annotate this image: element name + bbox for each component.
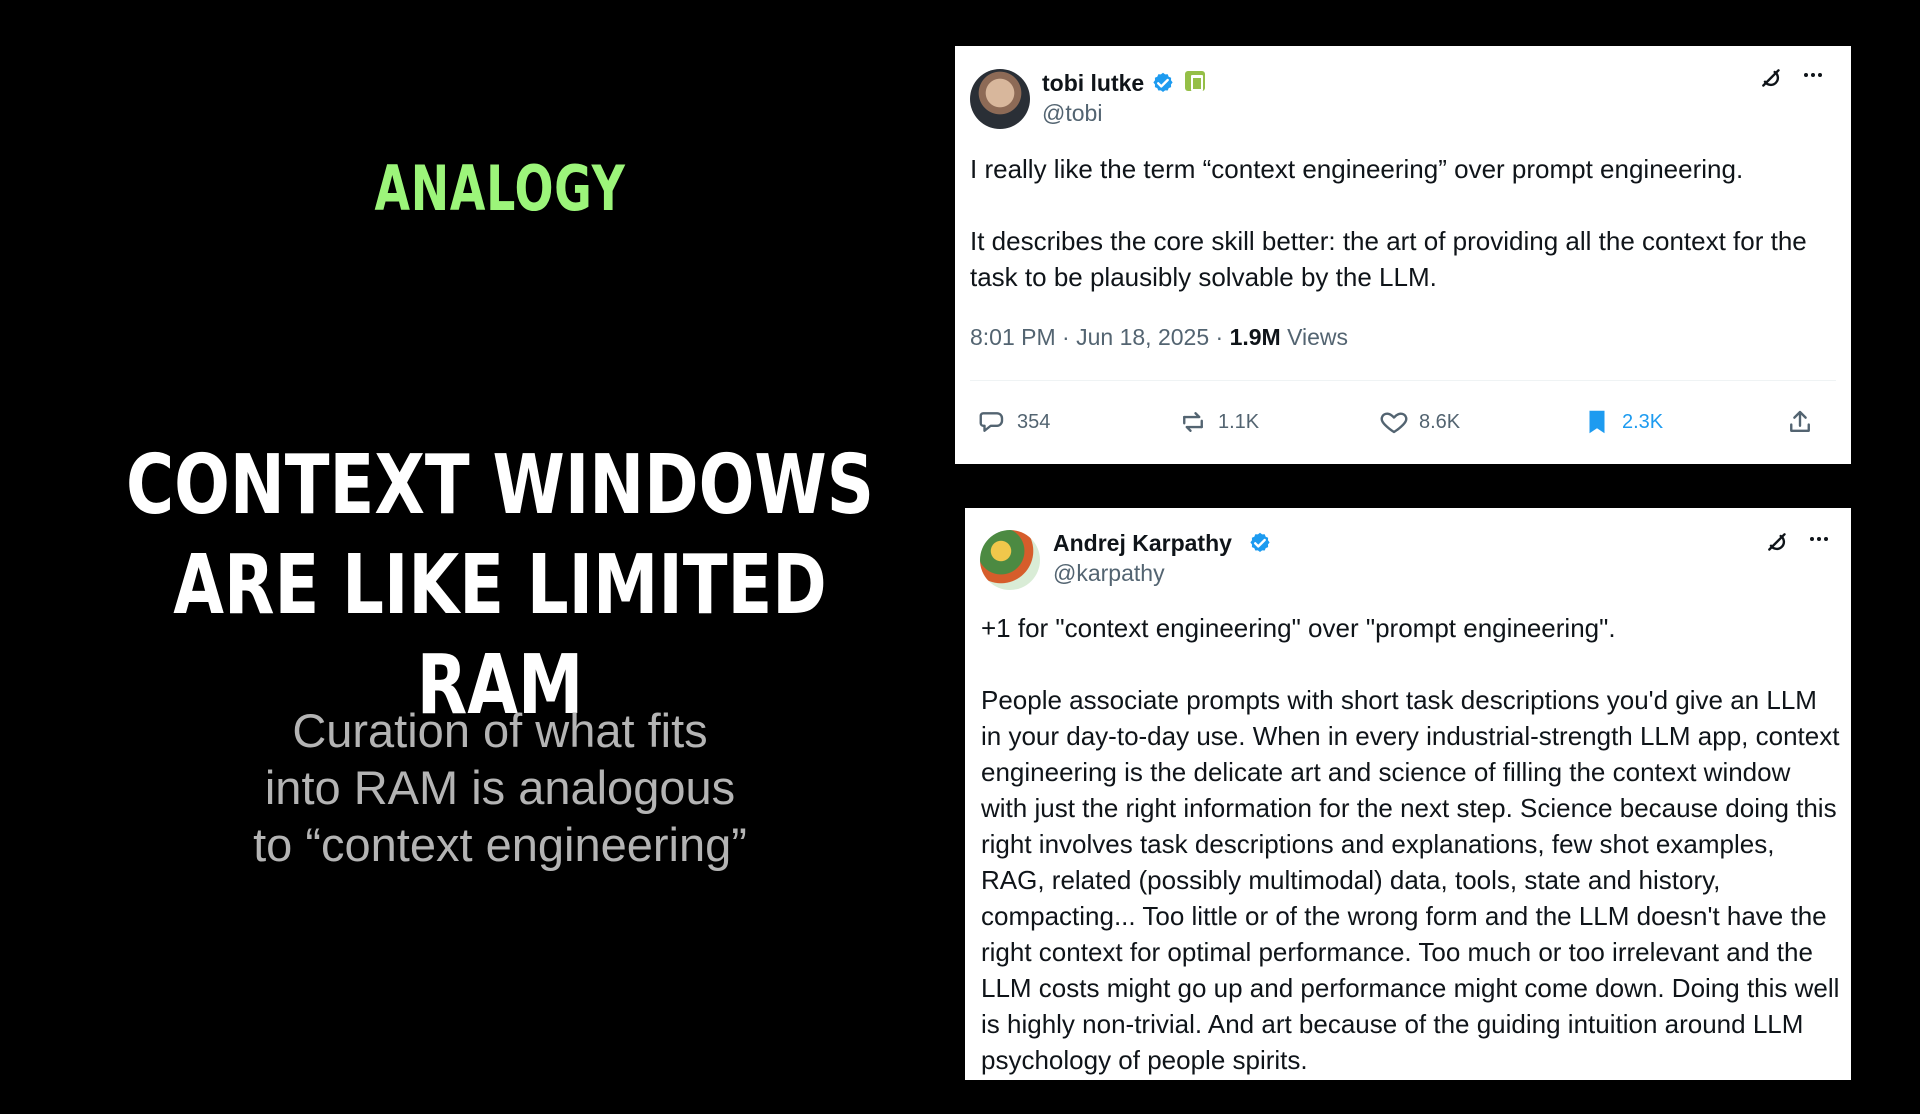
author-name[interactable]: Andrej Karpathy (1053, 530, 1232, 557)
slide-headline: CONTEXT WINDOWS ARE LIKE LIMITED RAM (100, 436, 900, 736)
like-action[interactable]: 8.6K (1379, 402, 1460, 442)
slide-kicker: ANALOGY (374, 152, 626, 225)
tweet-paragraph-2: It describes the core skill better: the … (970, 226, 1807, 292)
views-label: Views (1287, 324, 1349, 350)
meta-dot: · (1062, 324, 1077, 350)
tweet-meta: 8:01 PM · Jun 18, 2025 · 1.9M Views (970, 324, 1348, 351)
tweet-card-tobi[interactable]: tobi lutke @tobi I really like the term … (955, 46, 1851, 464)
tweet-text: I really like the term “context engineer… (970, 151, 1830, 331)
shopify-bag-icon (1185, 71, 1205, 91)
tweet-card-karpathy[interactable]: Andrej Karpathy @karpathy +1 for "contex… (965, 508, 1851, 1080)
verified-badge-icon (1153, 72, 1173, 92)
bookmark-action[interactable]: 2.3K (1582, 402, 1663, 442)
subhead-line-1: Curation of what fits (292, 704, 708, 757)
more-icon[interactable] (1804, 524, 1834, 561)
bookmark-icon (1589, 410, 1605, 434)
meta-dot: · (1215, 324, 1230, 350)
divider (970, 380, 1836, 381)
like-count: 8.6K (1419, 410, 1461, 433)
like-icon (1380, 412, 1408, 434)
author-name[interactable]: tobi lutke (1042, 70, 1144, 97)
tweet-date[interactable]: Jun 18, 2025 (1076, 324, 1209, 350)
verified-badge-icon (1250, 532, 1270, 552)
reply-count: 354 (1017, 410, 1051, 433)
tweet-text: +1 for "context engineering" over "promp… (981, 610, 1841, 1114)
bookmark-count: 2.3K (1622, 410, 1664, 433)
repost-icon (1183, 412, 1203, 432)
tweet-paragraph-1: I really like the term “context engineer… (970, 154, 1744, 184)
repost-count: 1.1K (1218, 410, 1260, 433)
views-count: 1.9M (1229, 324, 1281, 350)
author-handle[interactable]: @karpathy (1053, 560, 1165, 587)
subhead-line-2: into RAM is analogous (264, 761, 736, 814)
grok-icon[interactable] (1759, 66, 1785, 99)
avatar[interactable] (980, 530, 1040, 590)
slide-subhead: Curation of what fits into RAM is analog… (0, 702, 1000, 873)
headline-line-1: CONTEXT WINDOWS (125, 438, 875, 533)
repost-action[interactable]: 1.1K (1178, 402, 1259, 442)
author-handle[interactable]: @tobi (1042, 100, 1102, 127)
avatar[interactable] (970, 69, 1030, 129)
tweet-paragraph-1: +1 for "context engineering" over "promp… (981, 613, 1616, 643)
more-icon[interactable] (1798, 60, 1828, 97)
reply-action[interactable]: 354 (977, 402, 1050, 442)
reply-icon (979, 412, 1004, 432)
share-icon (1790, 410, 1810, 432)
share-action[interactable] (1785, 402, 1815, 442)
subhead-line-3: to “context engineering” (253, 818, 747, 871)
grok-icon[interactable] (1765, 530, 1791, 563)
tweet-time[interactable]: 8:01 PM (970, 324, 1056, 350)
tweet-paragraph-2: People associate prompts with short task… (981, 685, 1840, 1075)
slide-left-panel: ANALOGY CONTEXT WINDOWS ARE LIKE LIMITED… (0, 0, 955, 1080)
